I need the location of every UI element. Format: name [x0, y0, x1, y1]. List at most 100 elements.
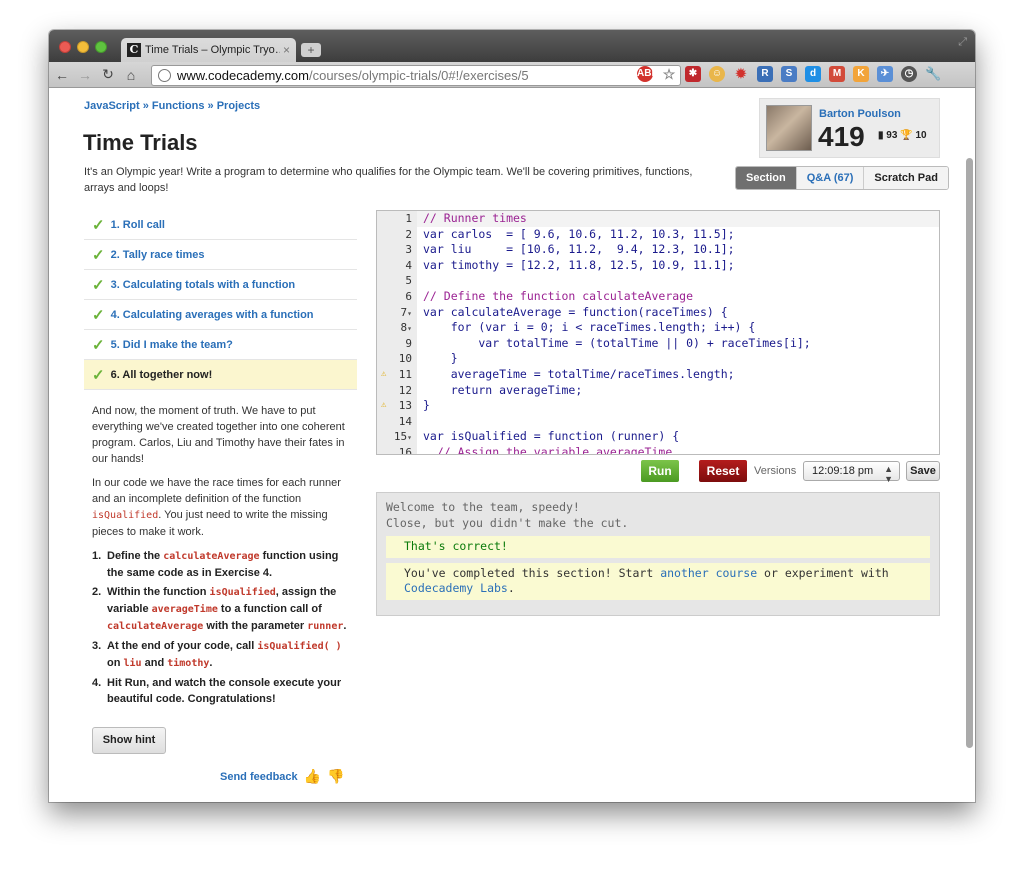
code-line[interactable]: 14 — [377, 413, 939, 430]
exercise-item-5[interactable]: ✓ 5. Did I make the team? — [84, 330, 357, 360]
instruction-step: 2. Within the function isQualified, assig… — [92, 586, 347, 632]
inline-code: calculateAverage — [107, 621, 204, 632]
text: and — [141, 657, 168, 669]
code-line[interactable]: 2 var carlos = [ 9.6, 10.6, 11.2, 10.3, 1… — [377, 226, 939, 243]
zoom-window-button[interactable] — [95, 41, 107, 53]
back-icon[interactable]: ← — [52, 67, 72, 83]
user-profile-card[interactable]: Barton Poulson 419 ▮ 93 🏆 10 — [759, 98, 940, 158]
page-scrollbar[interactable] — [966, 158, 973, 748]
address-bar[interactable]: www.codecademy.com /courses/olympic-tria… — [151, 65, 681, 86]
code-line[interactable]: 4 var timothy = [12.2, 11.8, 12.5, 10.9, … — [377, 257, 939, 274]
tab-scratch-pad[interactable]: Scratch Pad — [863, 167, 948, 189]
exercise-item-3[interactable]: ✓ 3. Calculating totals with a function — [84, 270, 357, 300]
avatar[interactable] — [766, 105, 812, 151]
tab-close-icon[interactable]: × — [283, 43, 290, 57]
warning-icon[interactable]: ⚠ — [381, 398, 386, 414]
line-number: ⚠ 11 — [377, 366, 417, 383]
description-paragraph: And now, the moment of truth. We have to… — [92, 405, 345, 465]
extension-skype-icon[interactable]: S — [781, 66, 797, 82]
line-number-text: 6 — [405, 289, 412, 303]
code-text: var liu = [10.6, 11.2, 9.4, 12.3, 10.1]; — [423, 242, 735, 257]
text: with the parameter — [203, 620, 308, 632]
extension-bug-icon[interactable]: ✹ — [733, 66, 749, 82]
adblock-icon[interactable]: ABP — [637, 66, 658, 82]
code-line[interactable]: 9 var totalTime = (totalTime || 0) + rac… — [377, 335, 939, 352]
exercise-item-4[interactable]: ✓ 4. Calculating averages with a function — [84, 300, 357, 330]
line-number: 7▾ — [377, 304, 417, 321]
code-line[interactable]: 3 var liu = [10.6, 11.2, 9.4, 12.3, 10.1]… — [377, 242, 939, 258]
code-editor[interactable]: 1 // Runner times 2 var carlos = [ 9.6, 10.… — [376, 210, 940, 455]
exercise-label: 1. Roll call — [110, 218, 165, 231]
breadcrumb-functions[interactable]: Functions — [152, 100, 205, 112]
run-button[interactable]: Run — [641, 460, 679, 482]
title-bar: C Time Trials – Olympic Tryo… × + ⤢ — [49, 30, 975, 62]
extension-asterisk-icon[interactable]: ✱ — [685, 66, 701, 82]
code-line[interactable]: 10 } — [377, 351, 939, 367]
code-line[interactable]: 7▾ var calculateAverage = function(raceTi… — [377, 304, 939, 321]
code-line[interactable]: ⚠ 13} — [377, 398, 939, 414]
extension-bird-icon[interactable]: ✈ — [877, 66, 893, 82]
inline-code: averageTime — [151, 604, 218, 615]
reset-button[interactable]: Reset — [699, 460, 747, 482]
codecademy-labs-link[interactable]: Codecademy Labs — [404, 581, 508, 595]
extension-face-icon[interactable]: ☺ — [709, 66, 725, 82]
another-course-link[interactable]: another course — [660, 566, 757, 580]
tab-qa[interactable]: Q&A (67) — [795, 167, 864, 189]
extension-d-icon[interactable]: d — [805, 66, 821, 82]
new-tab-button[interactable]: + — [301, 43, 321, 57]
text: . — [507, 581, 515, 595]
exercise-item-2[interactable]: ✓ 2. Tally race times — [84, 240, 357, 270]
exercise-item-6[interactable]: ✓ 6. All together now! — [84, 360, 357, 390]
code-line[interactable]: 8▾ for (var i = 0; i < raceTimes.length;… — [377, 320, 939, 336]
inline-code: isQualified — [209, 587, 276, 598]
page-title: Time Trials — [83, 130, 198, 155]
fullscreen-icon[interactable]: ⤢ — [958, 36, 967, 49]
codecademy-favicon-icon: C — [127, 43, 141, 57]
extension-r-icon[interactable]: R — [757, 66, 773, 82]
wrench-icon[interactable]: 🔧 — [925, 66, 941, 82]
versions-select[interactable]: 12:09:18 pm ▲ ▼ — [803, 461, 900, 484]
exercise-item-1[interactable]: ✓ 1. Roll call — [84, 210, 357, 240]
browser-tab[interactable]: C Time Trials – Olympic Tryo… × — [121, 38, 296, 62]
breadcrumb-javascript[interactable]: JavaScript — [84, 100, 140, 112]
close-window-button[interactable] — [59, 41, 71, 53]
code-line[interactable]: 16 // Assign the variable averageTime — [377, 444, 939, 454]
feedback-row: Send feedback 👍 👎 — [220, 768, 345, 785]
send-feedback-link[interactable]: Send feedback — [220, 771, 298, 783]
extension-k-icon[interactable]: K — [853, 66, 869, 82]
code-line[interactable]: 6 // Define the function calculateAverage — [377, 288, 939, 305]
url-host: www.codecademy.com — [177, 68, 309, 83]
fold-arrow-icon[interactable]: ▾ — [407, 433, 412, 442]
code-line[interactable]: ⚠ 11 averageTime = totalTime/raceTimes.le… — [377, 366, 939, 383]
thumbs-down-icon[interactable]: 👎 — [327, 768, 344, 785]
clock-icon[interactable]: ◷ — [901, 66, 917, 82]
code-line[interactable]: 5 — [377, 273, 939, 289]
inline-code: isQualified — [92, 510, 159, 521]
reload-icon[interactable]: ↻ — [98, 66, 118, 83]
save-button[interactable]: Save — [906, 461, 940, 481]
code-line[interactable]: 12 return averageTime; — [377, 382, 939, 399]
fold-arrow-icon[interactable]: ▾ — [407, 309, 412, 318]
code-line[interactable]: 15▾ var isQualified = function (runner) { — [377, 429, 939, 445]
show-hint-button[interactable]: Show hint — [92, 727, 166, 754]
line-number: 4 — [377, 257, 417, 274]
home-icon[interactable]: ⌂ — [121, 67, 141, 83]
gmail-icon[interactable]: M — [829, 66, 845, 82]
minimize-window-button[interactable] — [77, 41, 89, 53]
checkmark-icon: ✓ — [92, 366, 105, 384]
user-name[interactable]: Barton Poulson — [819, 108, 901, 120]
tab-title: Time Trials – Olympic Tryo… — [145, 44, 280, 56]
tab-section[interactable]: Section — [736, 167, 796, 189]
editor-actions: Run Reset Versions 12:09:18 pm ▲ ▼ Save — [376, 460, 940, 484]
bookmark-star-icon[interactable]: ☆ — [661, 66, 677, 82]
inline-code: timothy — [167, 658, 210, 669]
breadcrumb-projects[interactable]: Projects — [217, 100, 260, 112]
line-number: ⚠ 13 — [377, 398, 417, 414]
versions-label: Versions — [754, 465, 797, 477]
fold-arrow-icon[interactable]: ▾ — [407, 324, 412, 333]
code-line[interactable]: 1 // Runner times — [377, 211, 939, 227]
thumbs-up-icon[interactable]: 👍 — [304, 768, 321, 785]
warning-icon[interactable]: ⚠ — [381, 367, 386, 383]
forward-icon[interactable]: → — [75, 67, 95, 83]
badge-count: 93 — [886, 130, 898, 141]
